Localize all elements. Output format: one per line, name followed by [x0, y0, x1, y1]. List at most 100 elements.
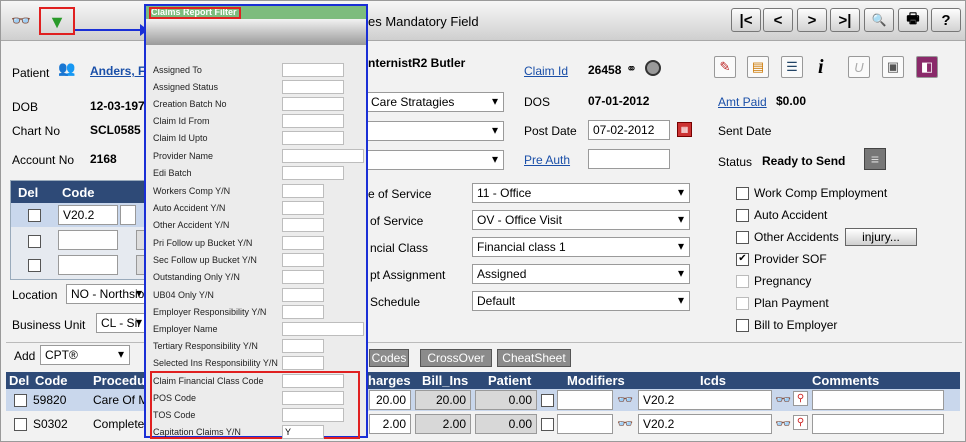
filter-input-claim-id-upto[interactable] [282, 131, 344, 145]
patient-lookup-icon[interactable]: 👥 [58, 60, 75, 77]
proc-row-2-charges[interactable]: 2.00 [369, 414, 411, 434]
supervising-select[interactable] [366, 150, 504, 170]
proc-row-2-delete-checkbox[interactable] [14, 418, 27, 431]
dx-row-3-delete-checkbox[interactable] [28, 259, 41, 272]
attachment-icon[interactable]: ⚭ [626, 61, 637, 77]
history-icon[interactable]: ◧ [916, 56, 938, 78]
dx-row-1-delete-checkbox[interactable] [28, 209, 41, 222]
auto-accident-checkbox[interactable] [736, 208, 749, 222]
other-accidents-check[interactable]: Other Accidents [736, 230, 839, 244]
next-record-button[interactable]: > [797, 8, 827, 32]
help-button[interactable]: ? [931, 8, 961, 32]
cheatsheet-button[interactable]: CheatSheet [497, 349, 571, 367]
edit-claim-icon[interactable]: ✎ [714, 56, 736, 78]
plan-payment-check[interactable]: Plan Payment [736, 296, 829, 310]
injury-button[interactable]: injury... [845, 228, 917, 246]
filter-input-employer-name[interactable] [282, 322, 364, 336]
dx-row-2-code[interactable] [58, 230, 118, 250]
location-select[interactable]: NO - Northsio [66, 284, 148, 304]
filter-input-edi-batch[interactable] [282, 166, 344, 180]
filter-input-claim-id-from[interactable] [282, 114, 344, 128]
codes-button[interactable]: Codes [369, 349, 409, 367]
filter-icon[interactable]: ▼ [44, 9, 70, 35]
filter-input-tertiary-responsibility[interactable] [282, 339, 324, 353]
proc-row-1-modifier-lookup-icon[interactable]: 👓 [617, 392, 633, 408]
proc-row-1-comments[interactable] [812, 390, 944, 410]
print-button[interactable]: 🖶 [898, 8, 928, 32]
auto-accident-check[interactable]: Auto Accident [736, 208, 827, 222]
filter-input-employer-responsibility[interactable] [282, 305, 324, 319]
type-of-service-select[interactable]: OV - Office Visit [472, 210, 690, 230]
filter-input-selected-ins-responsibility[interactable] [282, 356, 324, 370]
filter-input-auto-accident[interactable] [282, 201, 324, 215]
proc-row-1-pin-icon[interactable]: ⚲ [793, 391, 808, 406]
financial-class-select[interactable]: Financial class 1 [472, 237, 690, 257]
provider-sof-check[interactable]: ✔ Provider SOF [736, 252, 827, 266]
work-comp-employment-check[interactable]: Work Comp Employment [736, 186, 887, 200]
dx-row-1-code[interactable]: V20.2 [58, 205, 118, 225]
proc-row-2-modifier-lookup-icon[interactable]: 👓 [617, 416, 633, 432]
filter-input-outstanding-only[interactable] [282, 270, 324, 284]
filter-input-assigned-status[interactable] [282, 80, 344, 94]
filter-input-pos-code[interactable] [282, 391, 344, 405]
pregnancy-check[interactable]: Pregnancy [736, 274, 811, 288]
provider-sof-checkbox[interactable]: ✔ [736, 252, 749, 266]
status-list-icon[interactable]: ≡ [864, 148, 886, 170]
proc-row-2-comments[interactable] [812, 414, 944, 434]
filter-input-assigned-to[interactable] [282, 63, 344, 77]
dx-row-3-code[interactable] [58, 255, 118, 275]
filter-input-claim-financial-class-code[interactable] [282, 374, 344, 388]
other-accidents-checkbox[interactable] [736, 230, 749, 244]
previous-record-button[interactable]: < [763, 8, 793, 32]
accept-assignment-select[interactable]: Assigned [472, 264, 690, 284]
crossover-button[interactable]: CrossOver [420, 349, 492, 367]
filter-input-sec-follow-up[interactable] [282, 253, 324, 267]
business-unit-select[interactable]: CL - Sir [96, 313, 148, 333]
proc-row-1-modifiers[interactable] [557, 390, 613, 410]
bill-to-employer-checkbox[interactable] [736, 318, 749, 332]
post-date-input[interactable]: 07-02-2012 [588, 120, 670, 140]
filter-input-provider-name[interactable] [282, 149, 364, 163]
claim-search-icon[interactable] [645, 60, 661, 76]
facility-select[interactable]: Care Stratagies [366, 92, 504, 112]
proc-row-2-icd-lookup-icon[interactable]: 👓 [775, 416, 791, 432]
filter-input-tos-code[interactable] [282, 408, 344, 422]
pre-auth-input[interactable] [588, 149, 670, 169]
proc-row-1-delete-checkbox[interactable] [14, 394, 27, 407]
amt-paid-link[interactable]: Amt Paid [718, 95, 767, 109]
search-button[interactable]: 🔍 [864, 8, 894, 32]
work-comp-checkbox[interactable] [736, 186, 749, 200]
add-code-type-select[interactable]: CPT® [40, 345, 130, 365]
filter-input-workers-comp[interactable] [282, 184, 324, 198]
proc-row-1-charges[interactable]: 20.00 [369, 390, 411, 410]
proc-row-1-modifier-checkbox[interactable] [541, 394, 554, 407]
plan-payment-checkbox[interactable] [736, 296, 749, 310]
filter-input-ub04-only[interactable] [282, 288, 324, 302]
last-record-button[interactable]: >| [830, 8, 860, 32]
proc-row-2-code[interactable]: S0302 [33, 417, 68, 431]
patient-name-link[interactable]: Anders, F [90, 64, 145, 78]
dx-row-1-lookup[interactable] [120, 205, 136, 225]
filter-input-capitation-claims[interactable]: Y [282, 425, 324, 439]
proc-row-1-icd-lookup-icon[interactable]: 👓 [775, 392, 791, 408]
info-icon[interactable]: i [818, 56, 824, 79]
calendar-icon[interactable]: ▦ [677, 122, 692, 137]
filter-input-creation-batch-no[interactable] [282, 97, 344, 111]
filter-input-pri-follow-up[interactable] [282, 236, 324, 250]
proc-row-2-pin-icon[interactable]: ⚲ [793, 415, 808, 430]
proc-row-2-modifiers[interactable] [557, 414, 613, 434]
place-of-service-select[interactable]: 11 - Office [472, 183, 690, 203]
proc-row-2-icds[interactable]: V20.2 [638, 414, 772, 434]
fee-schedule-select[interactable]: Default [472, 291, 690, 311]
claim-id-link[interactable]: Claim Id [524, 64, 568, 78]
proc-row-1-icds[interactable]: V20.2 [638, 390, 772, 410]
pregnancy-checkbox[interactable] [736, 274, 749, 288]
pre-auth-link[interactable]: Pre Auth [524, 153, 570, 167]
binoculars-icon[interactable]: 👓 [8, 8, 34, 34]
first-record-button[interactable]: |< [731, 8, 761, 32]
documents-icon[interactable]: ▤ [747, 56, 769, 78]
user-card-icon[interactable]: ▣ [882, 56, 904, 78]
proc-row-1-code[interactable]: 59820 [33, 393, 66, 407]
dx-row-2-delete-checkbox[interactable] [28, 235, 41, 248]
bill-to-employer-check[interactable]: Bill to Employer [736, 318, 837, 332]
